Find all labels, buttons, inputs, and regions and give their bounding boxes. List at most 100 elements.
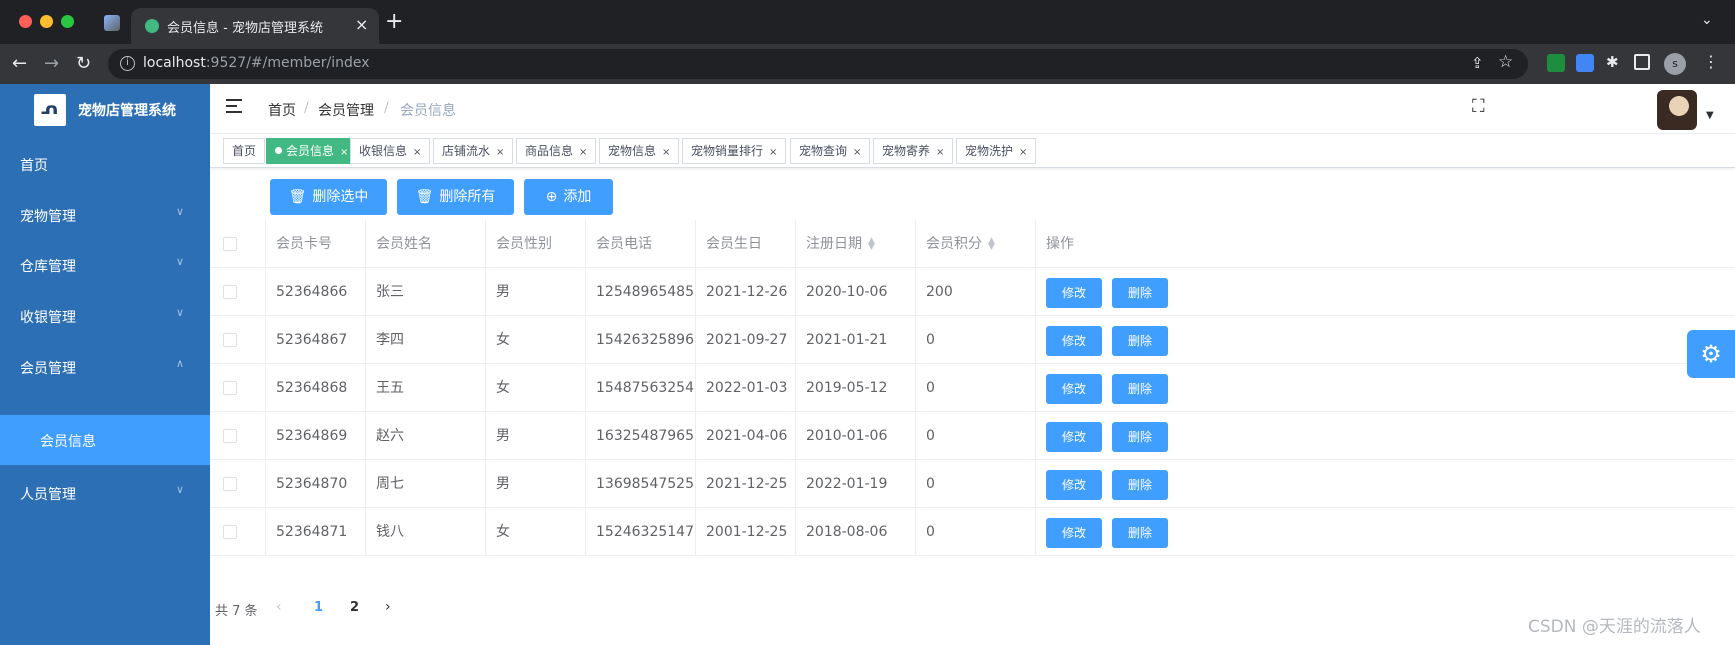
table-row: 52364867 李四 女 15426325896 2021-09-27 2021-01-… (210, 316, 1735, 364)
row-checkbox[interactable] (223, 477, 237, 491)
extensions-puzzle-icon[interactable]: ✱ (1606, 53, 1624, 71)
extension-on-icon[interactable] (1547, 54, 1565, 72)
maximize-window-button[interactable] (61, 15, 74, 28)
close-tab-icon[interactable]: × (355, 15, 368, 34)
minimize-window-button[interactable] (40, 15, 53, 28)
page-1-button[interactable]: 1 (314, 600, 323, 615)
edit-button[interactable]: 修改 (1046, 374, 1102, 404)
back-arrow-icon[interactable]: ← (12, 53, 27, 74)
column-header-birthday: 会员生日 (706, 236, 762, 252)
url-text[interactable]: localhost:9527/#/member/index (143, 55, 370, 71)
address-bar[interactable]: i localhost:9527/#/member/index ⇪ ☆ (108, 49, 1528, 79)
row-checkbox[interactable] (223, 333, 237, 347)
share-icon[interactable]: ⇪ (1471, 54, 1484, 72)
cell-register-date: 2010-01-06 (806, 428, 888, 444)
close-icon[interactable]: × (413, 147, 421, 158)
profile-avatar[interactable]: s (1664, 53, 1686, 75)
site-info-icon[interactable]: i (120, 56, 135, 71)
select-all-checkbox[interactable] (223, 237, 237, 251)
add-button[interactable]: ⊕ 添加 (524, 179, 613, 215)
sidebar-item-home[interactable]: 首页 (0, 136, 210, 192)
chevron-left-icon[interactable]: ‹ (276, 599, 282, 615)
column-header-card-no: 会员卡号 (276, 236, 332, 252)
fullscreen-icon[interactable]: ⛶ (1472, 98, 1490, 116)
forward-arrow-icon[interactable]: → (44, 53, 59, 74)
browser-menu-icon[interactable]: ⋮ (1703, 52, 1719, 71)
cell-phone: 15426325896 (596, 332, 694, 348)
tag-pet-grooming[interactable]: 宠物洗护 × (956, 138, 1037, 164)
cell-gender: 女 (496, 524, 510, 540)
close-icon[interactable]: × (496, 147, 504, 158)
browser-tab-active[interactable]: 会员信息 - 宠物店管理系统 × (131, 8, 379, 44)
delete-button[interactable]: 删除 (1112, 422, 1168, 452)
column-header-points[interactable]: 会员积分 ▲ ▼ (926, 220, 995, 268)
bookmark-star-icon[interactable]: ☆ (1498, 52, 1513, 72)
tag-pet-query[interactable]: 宠物查询 × (790, 138, 871, 164)
sidebar-item-member-info[interactable]: 会员信息 (0, 415, 210, 465)
sidebar-item-pet-management[interactable]: 宠物管理 ∨ (0, 187, 210, 243)
delete-button[interactable]: 删除 (1112, 518, 1168, 548)
delete-selected-button[interactable]: 🗑 删除选中 (270, 179, 387, 215)
sidebar-item-label: 收银管理 (20, 310, 76, 326)
delete-button[interactable]: 删除 (1112, 470, 1168, 500)
tag-member-info[interactable]: 会员信息 × (266, 138, 358, 164)
row-checkbox[interactable] (223, 285, 237, 299)
reload-icon[interactable]: ↻ (76, 53, 91, 74)
close-icon[interactable]: × (340, 147, 348, 158)
delete-all-button[interactable]: 🗑 删除所有 (397, 179, 514, 215)
page-2-button[interactable]: 2 (350, 600, 359, 615)
cell-points: 0 (926, 476, 935, 492)
breadcrumb-home[interactable]: 首页 (268, 100, 296, 120)
edit-button[interactable]: 修改 (1046, 518, 1102, 548)
edit-button[interactable]: 修改 (1046, 470, 1102, 500)
main-content: 首页 / 会员管理 / 会员信息 ⛶ ▼ 首页 会员信息 × 收银信息 × 店铺流水… (210, 84, 1735, 645)
tab-search-chevron-icon[interactable]: ⌄ (1701, 12, 1713, 28)
caret-down-icon[interactable]: ▼ (1706, 110, 1714, 121)
sidebar-item-cashier-management[interactable]: 收银管理 ∨ (0, 288, 210, 344)
sidebar-item-warehouse-management[interactable]: 仓库管理 ∨ (0, 237, 210, 293)
close-icon[interactable]: × (579, 147, 587, 158)
translate-extension-icon[interactable] (1576, 54, 1594, 72)
sidebar-item-label: 仓库管理 (20, 259, 76, 275)
tag-product-info[interactable]: 商品信息 × (516, 138, 597, 164)
close-icon[interactable]: × (853, 147, 861, 158)
delete-button[interactable]: 删除 (1112, 374, 1168, 404)
close-window-button[interactable] (19, 15, 32, 28)
tag-pet-sales-rank[interactable]: 宠物销量排行 × (682, 138, 787, 164)
sidebar-item-label: 首页 (20, 158, 48, 174)
column-header-register-date[interactable]: 注册日期 ▲ ▼ (806, 220, 875, 268)
chevron-right-icon[interactable]: › (385, 599, 391, 615)
row-checkbox[interactable] (223, 525, 237, 539)
edit-button[interactable]: 修改 (1046, 326, 1102, 356)
sort-icon[interactable]: ▲ ▼ (988, 237, 995, 252)
side-panel-icon[interactable] (1634, 54, 1650, 70)
row-checkbox[interactable] (223, 381, 237, 395)
tag-pet-info[interactable]: 宠物信息 × (599, 138, 680, 164)
tag-store-flow[interactable]: 店铺流水 × (433, 138, 514, 164)
delete-button[interactable]: 删除 (1112, 278, 1168, 308)
navbar: 首页 / 会员管理 / 会员信息 ⛶ ▼ (210, 84, 1735, 134)
cell-birthday: 2022-01-03 (706, 380, 788, 396)
row-checkbox[interactable] (223, 429, 237, 443)
tag-pet-boarding[interactable]: 宠物寄养 × (873, 138, 954, 164)
delete-button[interactable]: 删除 (1112, 326, 1168, 356)
edit-button[interactable]: 修改 (1046, 422, 1102, 452)
close-icon[interactable]: × (662, 147, 670, 158)
cell-birthday: 2001-12-25 (706, 524, 788, 540)
settings-gear-button[interactable]: ⚙ (1687, 330, 1735, 378)
tag-home[interactable]: 首页 (223, 138, 266, 164)
sort-icon[interactable]: ▲ ▼ (868, 237, 875, 252)
column-header-name: 会员姓名 (376, 236, 432, 252)
inactive-tab[interactable] (104, 15, 120, 31)
breadcrumb-section[interactable]: 会员管理 (318, 100, 374, 120)
user-avatar[interactable] (1657, 90, 1697, 130)
close-icon[interactable]: × (1019, 147, 1027, 158)
edit-button[interactable]: 修改 (1046, 278, 1102, 308)
close-icon[interactable]: × (769, 147, 777, 158)
sidebar-item-staff-management[interactable]: 人员管理 ∨ (0, 465, 210, 521)
new-tab-button[interactable]: + (385, 9, 403, 34)
hamburger-icon[interactable] (226, 98, 244, 114)
tag-cashier-info[interactable]: 收银信息 × (350, 138, 431, 164)
sidebar-item-member-management[interactable]: 会员管理 ∧ (0, 339, 210, 395)
close-icon[interactable]: × (936, 147, 944, 158)
